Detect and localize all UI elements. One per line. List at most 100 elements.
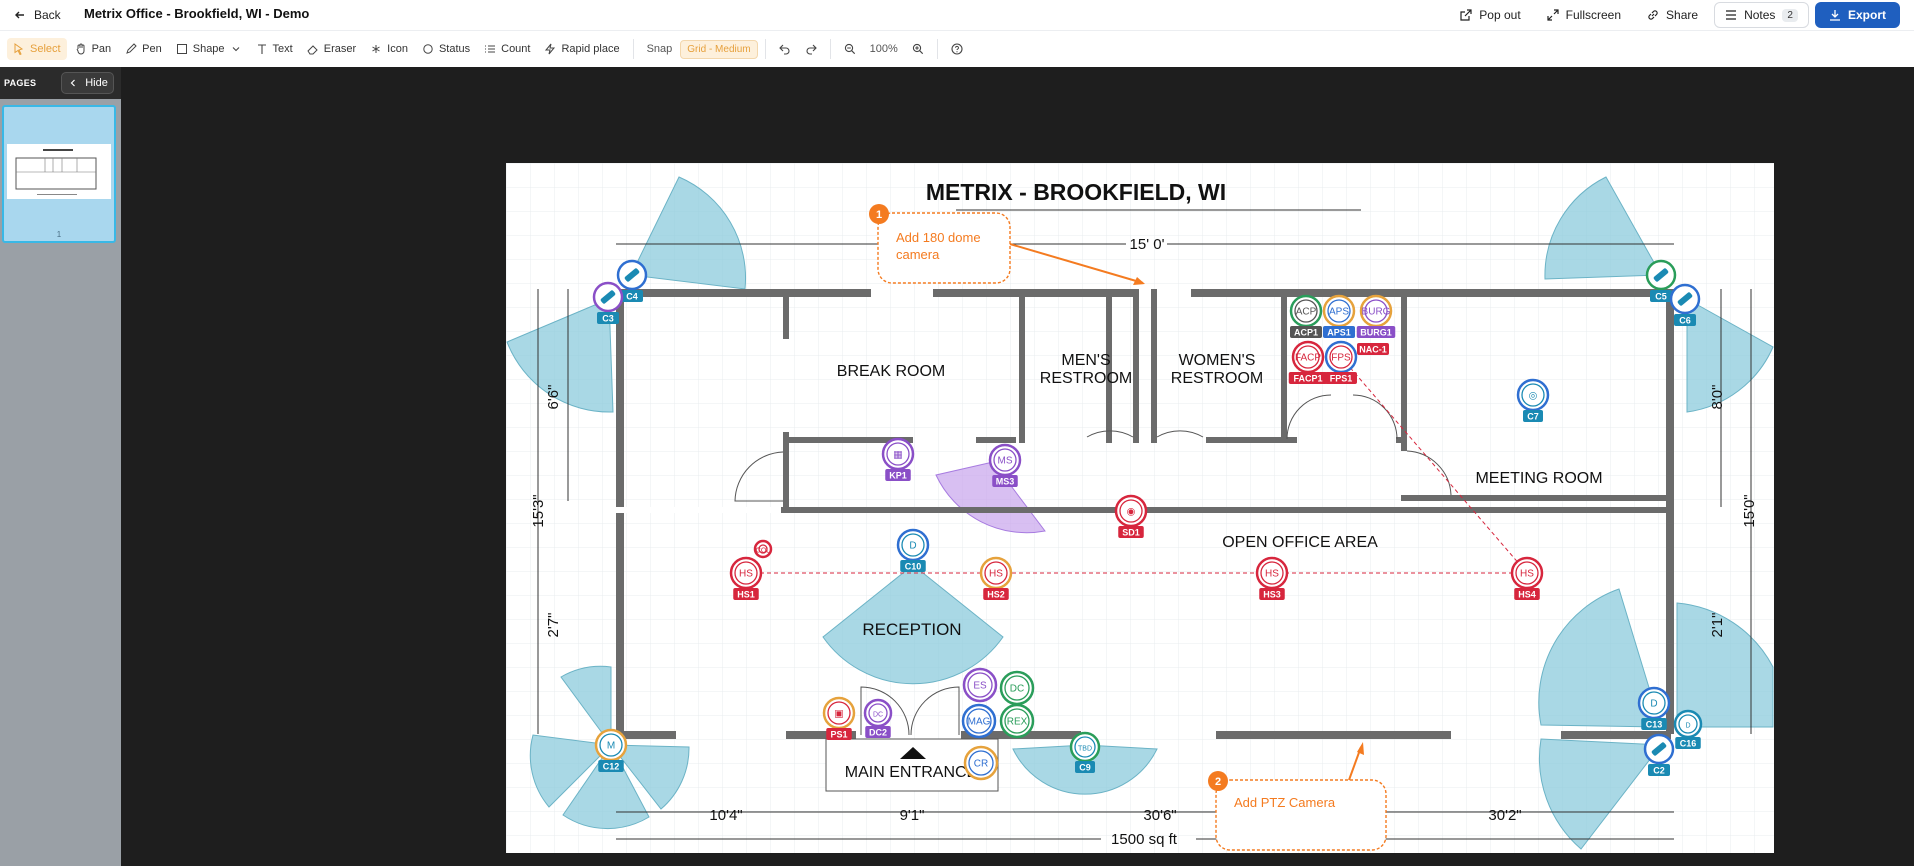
fire-power-supply-fps1[interactable]: FPS FPS1 [1324,340,1358,384]
dim-left-lower: 2'7" [545,613,562,638]
popout-button[interactable]: Pop out [1450,2,1530,28]
top-bar: Back Metrix Office - Brookfield, WI - De… [0,0,1914,30]
share-label: Share [1666,8,1699,22]
camera-c2[interactable]: C2 [1643,733,1675,776]
camera-c12[interactable]: M C12 [594,728,628,772]
dim-bottom-4: 30'2" [1488,807,1521,824]
wall [1401,507,1407,513]
tool-select-label: Select [30,43,61,55]
camera-c16[interactable]: D C16 [1673,709,1703,749]
power-supply-aps1[interactable]: APS APS1 [1322,294,1356,338]
wall [616,289,871,297]
floor-plan-sheet[interactable]: METRIX - BROOKFIELD, WI BREAK ROOM MEN'S… [506,163,1774,853]
drawing-canvas[interactable]: METRIX - BROOKFIELD, WI BREAK ROOM MEN'S… [121,67,1914,866]
horn-strobe-hs1-tag: HS1 [737,590,755,600]
export-button[interactable]: Export [1814,2,1900,28]
womens-restroom-label: RESTROOM [1171,370,1263,387]
wall [1287,437,1297,443]
camera-c7-icon-label: ◎ [1529,391,1538,402]
asterisk-icon [372,45,380,53]
tool-select[interactable]: Select [7,38,67,60]
back-button[interactable]: Back [14,5,61,25]
tool-eraser[interactable]: Eraser [301,38,362,60]
camera-c9[interactable]: TBD C9 [1069,731,1101,773]
camera-c7-tag: C7 [1527,412,1539,422]
tool-text[interactable]: Text [250,38,299,60]
dim-bottom-2: 9'1" [900,807,925,824]
camera-c13-icon-label: D [1650,699,1657,710]
tool-shape[interactable]: Shape [170,38,248,60]
fire-power-supply-fps1-icon-label: FPS [1331,353,1351,364]
tool-pan[interactable]: Pan [69,38,118,60]
co-detector[interactable]: COL [753,539,773,559]
snap-toggle[interactable]: Snap [641,43,679,55]
meeting-room-label: MEETING ROOM [1475,470,1602,487]
fire-panel-facp1[interactable]: FACP FACP1 [1288,340,1328,384]
fullscreen-button[interactable]: Fullscreen [1537,2,1631,28]
request-to-exit-rex[interactable]: REX [999,703,1035,739]
mag-lock[interactable]: MAG [961,703,997,739]
access-panel-acp1[interactable]: ACP ACP1 [1289,294,1323,338]
zoom-out-icon [844,43,855,55]
zoom-out-button[interactable] [838,38,862,60]
burglar-panel-burg1-icon-label: BURG [1362,307,1391,318]
help-button[interactable] [945,38,969,60]
horn-strobe-hs2[interactable]: HS HS2 [979,556,1013,600]
nac-1-tag[interactable]: NAC-1 [1357,343,1389,355]
wall [1191,289,1666,297]
door-contact-dc2[interactable]: DC DC2 [863,698,893,738]
exit-switch-es[interactable]: ES [962,667,998,703]
tool-icon[interactable]: Icon [364,38,414,60]
tool-pen-label: Pen [142,43,162,55]
camera-c10[interactable]: D C10 [896,528,930,572]
power-supply-aps1-icon-label: APS [1329,307,1349,318]
camera-c3[interactable]: C3 [592,281,624,324]
dim-area: 1500 sq ft [1111,831,1178,848]
page-thumbnail[interactable]: 1 [2,105,116,243]
horn-strobe-hs1[interactable]: HS HS1 [729,556,763,600]
dim-left-total: 15'3" [530,494,547,527]
notes-button[interactable]: Notes 2 [1714,2,1809,28]
cursor-icon [14,43,24,55]
chevron-down-icon[interactable] [230,43,242,55]
tool-count-label: Count [501,43,531,55]
hide-sidebar-button[interactable]: Hide [61,72,114,94]
redo-icon [806,44,817,55]
burglar-panel-burg1[interactable]: BURG BURG1 [1356,294,1396,338]
tool-pan-label: Pan [91,43,112,55]
wall-gap [616,507,781,513]
share-button[interactable]: Share [1637,2,1708,28]
tool-rapid-place[interactable]: Rapid place [538,38,625,60]
toolbar-divider [829,39,831,59]
undo-button[interactable] [773,38,797,60]
redo-button[interactable] [799,38,823,60]
camera-c6[interactable]: C6 [1669,283,1701,326]
door-contact-dc2-tag: DC2 [869,728,887,738]
wall [1401,289,1407,451]
tool-pen[interactable]: Pen [119,38,168,60]
wall [976,437,1016,443]
power-supply-ps1-tag: PS1 [830,730,847,740]
door-contact-dc[interactable]: DC [999,670,1035,706]
power-supply-ps1[interactable]: ▣ PS1 [822,696,856,740]
zoom-in-button[interactable] [906,38,930,60]
request-to-exit-rex-icon-label: REX [1007,717,1028,728]
camera-c13[interactable]: D C13 [1637,686,1671,730]
access-panel-acp1-icon-label: ACP [1296,307,1317,318]
tool-status[interactable]: Status [416,38,476,60]
note-number: 1 [876,209,882,221]
keypad-kp1[interactable]: ▦ KP1 [881,437,915,481]
tool-count[interactable]: Count [478,38,536,60]
card-reader-cr[interactable]: CR [963,745,999,781]
toolbar-divider [632,39,634,59]
grid-size-select[interactable]: Grid - Medium [680,39,758,59]
notes-label: Notes [1744,8,1776,22]
popout-label: Pop out [1479,8,1521,22]
motion-sensor-ms3[interactable]: MS MS3 [988,443,1022,487]
horn-strobe-hs4[interactable]: HS HS4 [1510,556,1544,600]
toolbar-divider [936,39,938,59]
back-label: Back [34,8,61,22]
smoke-detector-sd1[interactable]: ◉ SD1 [1114,494,1148,538]
tool-rapid-place-label: Rapid place [561,43,620,55]
horn-strobe-hs3[interactable]: HS HS3 [1255,556,1289,600]
